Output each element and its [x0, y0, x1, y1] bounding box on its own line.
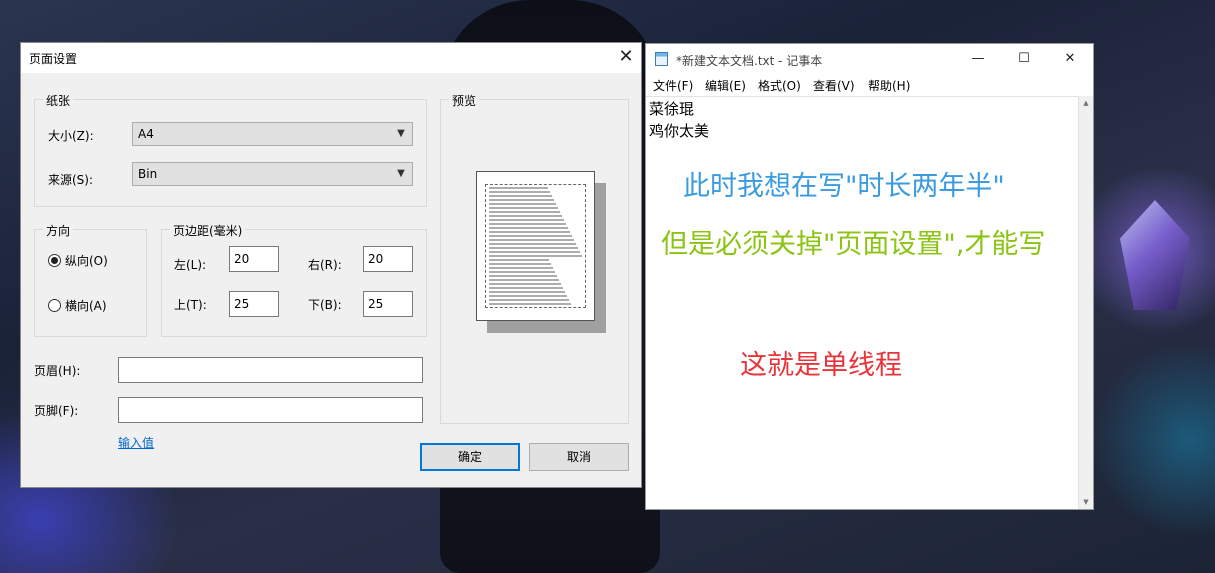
menu-edit[interactable]: 编辑(E) — [705, 77, 746, 94]
dialog-title-bar[interactable]: 页面设置 ✕ — [21, 43, 641, 73]
menu-format[interactable]: 格式(O) — [758, 77, 801, 94]
page-setup-dialog: 页面设置 ✕ 纸张 大小(Z): A4 ▼ 来源(S): Bin ▼ 方向 纵向… — [20, 42, 642, 488]
radio-selected-icon — [48, 254, 61, 267]
landscape-radio[interactable]: 横向(A) — [48, 297, 107, 314]
preview-text-line — [489, 235, 573, 237]
preview-text-line — [489, 211, 561, 213]
preview-text-line — [489, 191, 551, 193]
ok-button[interactable]: 确定 — [420, 443, 520, 471]
preview-group-label: 预览 — [449, 92, 480, 109]
footer-label: 页脚(F): — [34, 404, 79, 418]
cancel-button[interactable]: 取消 — [529, 443, 629, 471]
preview-page — [476, 171, 595, 321]
portrait-label: 纵向(O) — [65, 254, 108, 268]
maximize-icon[interactable]: ☐ — [1001, 44, 1047, 74]
top-margin-input[interactable]: 25 — [229, 291, 279, 317]
bottom-margin-input[interactable]: 25 — [363, 291, 413, 317]
text-line: 鸡你太美 — [649, 122, 710, 140]
header-label: 页眉(H): — [34, 364, 81, 378]
preview-text-line — [489, 199, 555, 201]
annotation-text: 此时我想在写"时长两年半" — [683, 171, 1005, 202]
left-margin-input[interactable]: 20 — [229, 246, 279, 272]
preview-text-line — [489, 231, 571, 233]
preview-text-line — [489, 299, 570, 301]
paper-source-select[interactable]: Bin ▼ — [132, 162, 413, 186]
preview-text-line — [489, 239, 575, 241]
preview-text-line — [489, 227, 569, 229]
vertical-scrollbar[interactable]: ▲ ▼ — [1078, 96, 1093, 509]
preview-text-line — [489, 195, 553, 197]
preview-text-line — [489, 295, 568, 297]
footer-input[interactable] — [118, 397, 423, 423]
menu-view[interactable]: 查看(V) — [813, 77, 855, 94]
preview-text-line — [489, 247, 579, 249]
paper-source-value: Bin — [138, 167, 158, 181]
bottom-margin-label: 下(B): — [308, 298, 342, 312]
orientation-group: 方向 — [34, 222, 147, 337]
landscape-label: 横向(A) — [65, 299, 107, 313]
preview-text-line — [489, 287, 564, 289]
preview-text-line — [489, 243, 577, 245]
dialog-close-icon[interactable]: ✕ — [611, 43, 641, 73]
preview-text-line — [489, 251, 581, 253]
minimize-icon[interactable]: — — [955, 44, 1001, 74]
radio-unselected-icon — [48, 299, 61, 312]
preview-text-line — [489, 255, 583, 257]
close-icon[interactable]: ✕ — [1047, 44, 1093, 74]
scroll-down-icon[interactable]: ▼ — [1079, 495, 1093, 509]
preview-text-line — [489, 271, 556, 273]
margins-group-label: 页边距(毫米) — [170, 222, 246, 239]
notepad-menu-bar: 文件(F) 编辑(E) 格式(O) 查看(V) 帮助(H) — [646, 74, 1093, 96]
header-input[interactable] — [118, 357, 423, 383]
preview-text-line — [489, 267, 554, 269]
annotation-text: 但是必须关掉"页面设置",才能写 — [661, 229, 1046, 260]
preview-text-line — [489, 283, 562, 285]
preview-text-line — [489, 275, 558, 277]
notepad-text-area[interactable]: 菜徐琨 鸡你太美 — [646, 96, 1080, 509]
preview-text-line — [489, 223, 567, 225]
portrait-radio[interactable]: 纵向(O) — [48, 252, 108, 269]
size-label: 大小(Z): — [48, 129, 94, 143]
text-line: 菜徐琨 — [649, 100, 695, 118]
preview-text-line — [489, 215, 563, 217]
paper-group-label: 纸张 — [43, 92, 74, 109]
right-margin-input[interactable]: 20 — [363, 246, 413, 272]
left-margin-label: 左(L): — [174, 258, 207, 272]
paper-size-value: A4 — [138, 127, 154, 141]
top-margin-label: 上(T): — [174, 298, 207, 312]
preview-text-line — [489, 291, 566, 293]
paper-group: 纸张 — [34, 92, 427, 207]
preview-text-line — [489, 303, 572, 305]
input-values-link[interactable]: 输入值 — [118, 434, 154, 451]
preview-text-line — [489, 203, 557, 205]
orientation-group-label: 方向 — [43, 222, 74, 239]
notepad-window: *新建文本文档.txt - 记事本 — ☐ ✕ 文件(F) 编辑(E) 格式(O… — [645, 43, 1094, 510]
preview-text-line — [489, 259, 550, 261]
dialog-title: 页面设置 — [29, 52, 78, 66]
menu-file[interactable]: 文件(F) — [653, 77, 693, 94]
preview-text-line — [489, 219, 565, 221]
source-label: 来源(S): — [48, 173, 94, 187]
scroll-up-icon[interactable]: ▲ — [1079, 96, 1093, 110]
paper-size-select[interactable]: A4 ▼ — [132, 122, 413, 146]
notepad-title-bar[interactable]: *新建文本文档.txt - 记事本 — ☐ ✕ — [646, 44, 1093, 74]
chevron-down-icon: ▼ — [397, 168, 405, 179]
annotation-text: 这就是单线程 — [740, 350, 902, 381]
preview-text-line — [489, 263, 552, 265]
chevron-down-icon: ▼ — [397, 128, 405, 139]
notepad-icon — [655, 52, 668, 66]
preview-text-line — [489, 279, 560, 281]
right-margin-label: 右(R): — [308, 258, 342, 272]
notepad-title: *新建文本文档.txt - 记事本 — [676, 54, 823, 68]
preview-margin-box — [485, 184, 586, 308]
menu-help[interactable]: 帮助(H) — [868, 77, 910, 94]
preview-text-line — [489, 207, 559, 209]
preview-text-line — [489, 187, 549, 189]
